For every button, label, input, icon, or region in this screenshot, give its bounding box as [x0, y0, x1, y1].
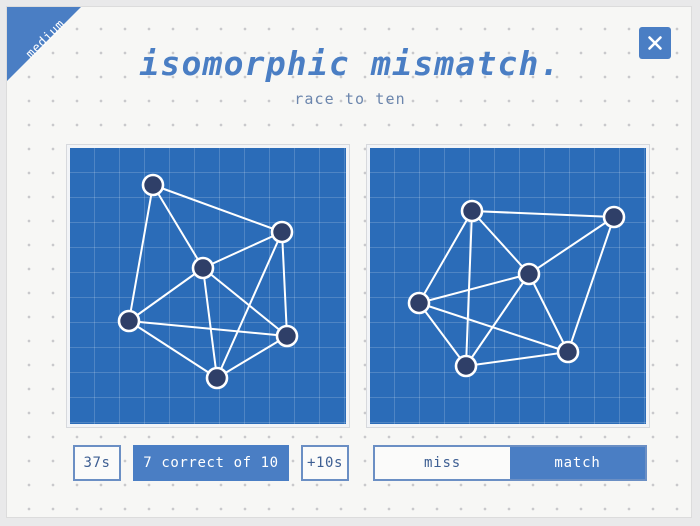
bonus-chip: +10s: [301, 445, 349, 481]
graph-edge: [281, 231, 288, 337]
graph-node[interactable]: [141, 173, 165, 197]
graph-boards: [7, 145, 691, 431]
answer-toggle-group: miss match: [373, 445, 647, 481]
status-bar: 37s 7 correct of 10 +10s miss match: [7, 445, 691, 489]
graph-edge: [202, 231, 283, 269]
graph-edge: [471, 210, 615, 218]
game-window: medium isomorphic mismatch. race to ten …: [6, 6, 692, 518]
graph-edge: [528, 216, 615, 275]
graph-node[interactable]: [205, 366, 229, 390]
graph-edge: [128, 320, 288, 337]
graph-edge: [128, 320, 218, 379]
graph-panel-right[interactable]: [367, 145, 649, 427]
graph-node[interactable]: [117, 309, 141, 333]
graph-node[interactable]: [602, 205, 626, 229]
page-title: isomorphic mismatch.: [139, 44, 561, 83]
graph-edge: [128, 267, 204, 322]
graph-edge: [418, 302, 467, 367]
graph-node[interactable]: [270, 220, 294, 244]
miss-button[interactable]: miss: [375, 447, 510, 479]
graph-edge: [202, 267, 218, 379]
graph-edge: [418, 302, 569, 353]
close-icon: [648, 36, 662, 50]
graph-edge: [216, 335, 288, 379]
graph-node[interactable]: [191, 256, 215, 280]
graph-right-canvas: [407, 199, 626, 378]
graph-edge: [418, 210, 473, 304]
close-button[interactable]: [639, 27, 671, 59]
graph-left-canvas: [117, 173, 299, 390]
match-button[interactable]: match: [510, 447, 645, 479]
timer-chip: 37s: [73, 445, 121, 481]
graph-node[interactable]: [460, 199, 484, 223]
graph-edge: [152, 184, 204, 269]
graph-edge: [567, 216, 615, 353]
difficulty-ribbon: [7, 7, 81, 81]
header: isomorphic mismatch. race to ten: [7, 43, 691, 108]
graph-edge: [202, 267, 288, 337]
graph-panel-left[interactable]: [67, 145, 349, 427]
graph-node[interactable]: [275, 324, 299, 348]
page-subtitle: race to ten: [294, 90, 406, 108]
score-chip: 7 correct of 10: [133, 445, 289, 481]
graph-edge: [465, 351, 569, 367]
graph-edge: [152, 184, 283, 233]
graph-node[interactable]: [407, 291, 431, 315]
graph-edge: [128, 184, 154, 322]
graph-node[interactable]: [556, 340, 580, 364]
graph-edge: [471, 210, 530, 275]
graph-node[interactable]: [517, 262, 541, 286]
graph-node[interactable]: [454, 354, 478, 378]
